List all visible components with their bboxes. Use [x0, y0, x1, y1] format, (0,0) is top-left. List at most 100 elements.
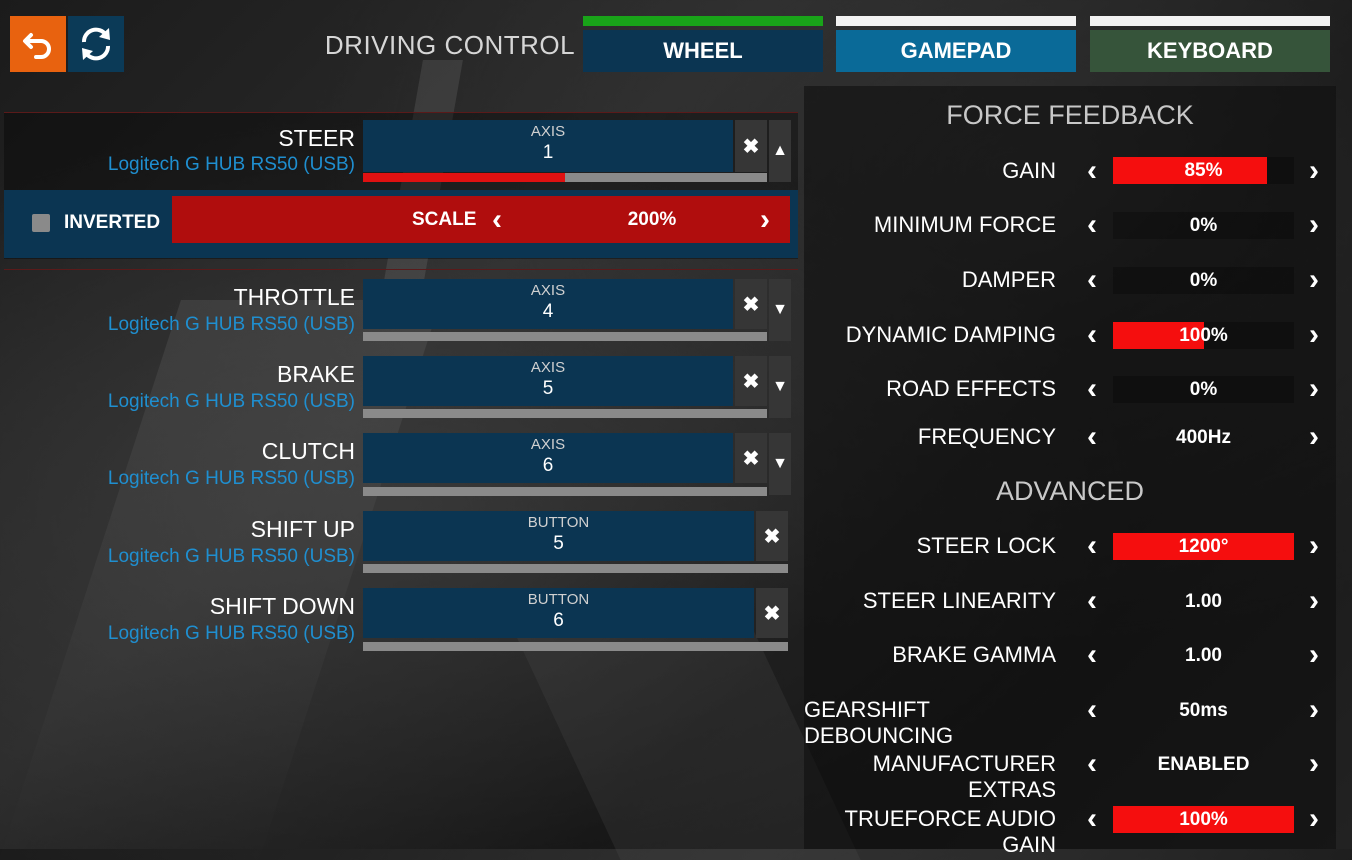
brake-gamma-prev-button[interactable]: ‹ — [1080, 640, 1104, 670]
expand-button-brake[interactable]: ▼ — [769, 356, 791, 418]
binding-button-clutch[interactable]: AXIS 6 — [363, 433, 733, 483]
setting-label-road-effects: ROAD EFFECTS — [886, 376, 1056, 401]
expand-button-clutch[interactable]: ▼ — [769, 433, 791, 495]
collapse-button-steer[interactable]: ▲ — [769, 120, 791, 182]
control-name-throttle: THROTTLE — [233, 284, 355, 310]
binding-type: BUTTON — [527, 591, 590, 608]
close-icon: ✖ — [742, 135, 760, 158]
gain-prev-button[interactable]: ‹ — [1080, 156, 1104, 186]
setting-label-gain: GAIN — [1002, 158, 1056, 183]
inverted-checkbox[interactable] — [32, 214, 50, 232]
binding-value: 1 — [542, 142, 554, 163]
clear-binding-button-shift-up[interactable]: ✖ — [756, 511, 788, 561]
gain-slider[interactable]: 85% — [1113, 157, 1294, 184]
steer-lock-prev-button[interactable]: ‹ — [1080, 531, 1104, 561]
slider-value: 1200° — [1178, 536, 1229, 557]
binding-type: AXIS — [530, 359, 566, 376]
gain-next-button[interactable]: › — [1302, 156, 1326, 186]
dynamic-damping-next-button[interactable]: › — [1302, 320, 1326, 350]
binding-value: 6 — [542, 455, 554, 476]
setting-label-steer-linearity: STEER LINEARITY — [862, 588, 1056, 613]
steer-options-row: INVERTED SCALE ‹ 200% › — [4, 190, 798, 258]
scale-prev-button[interactable]: ‹ — [492, 205, 502, 235]
gearshift-debouncing-prev-button[interactable]: ‹ — [1080, 695, 1104, 725]
clear-binding-button-clutch[interactable]: ✖ — [735, 433, 767, 483]
binding-button-steer[interactable]: AXIS 1 — [363, 120, 733, 172]
binding-button-throttle[interactable]: AXIS 4 — [363, 279, 733, 329]
road-effects-next-button[interactable]: › — [1302, 374, 1326, 404]
tab-wheel[interactable]: WHEEL — [583, 16, 823, 72]
input-level-fill — [363, 173, 565, 182]
section-title-advanced: ADVANCED — [995, 476, 1145, 506]
damper-slider[interactable]: 0% — [1113, 267, 1294, 294]
dynamic-damping-prev-button[interactable]: ‹ — [1080, 320, 1104, 350]
tab-indicator — [836, 16, 1076, 26]
tab-gamepad[interactable]: GAMEPAD — [836, 16, 1076, 72]
binding-type: AXIS — [530, 282, 566, 299]
binding-value: 6 — [553, 610, 564, 631]
dynamic-damping-slider[interactable]: 100% — [1113, 322, 1294, 349]
road-effects-prev-button[interactable]: ‹ — [1080, 374, 1104, 404]
gearshift-debouncing-next-button[interactable]: › — [1302, 695, 1326, 725]
input-level-bar-throttle — [363, 332, 767, 341]
road-effects-slider[interactable]: 0% — [1113, 376, 1294, 403]
minimum-force-slider[interactable]: 0% — [1113, 212, 1294, 239]
control-device-brake: Logitech G HUB RS50 (USB) — [107, 391, 355, 412]
control-device-shift-up: Logitech G HUB RS50 (USB) — [107, 546, 355, 567]
tab-indicator — [583, 16, 823, 26]
expand-button-throttle[interactable]: ▼ — [769, 279, 791, 341]
minimum-force-next-button[interactable]: › — [1302, 210, 1326, 240]
setting-label-gearshift-debouncing: GEARSHIFT DEBOUNCING — [804, 697, 954, 748]
triangle-up-icon: ▲ — [772, 142, 788, 159]
trueforce-audio-gain-slider[interactable]: 100% — [1113, 806, 1294, 833]
damper-next-button[interactable]: › — [1302, 265, 1326, 295]
gearshift-debouncing-selector[interactable]: 50ms — [1113, 697, 1294, 724]
binding-button-shift-up[interactable]: BUTTON 5 — [363, 511, 754, 561]
clear-binding-button-steer[interactable]: ✖ — [735, 120, 767, 172]
binding-value: 5 — [553, 533, 564, 554]
triangle-down-icon: ▼ — [772, 455, 788, 472]
binding-button-shift-down[interactable]: BUTTON 6 — [363, 588, 754, 638]
clear-binding-button-shift-down[interactable]: ✖ — [756, 588, 788, 638]
tab-keyboard[interactable]: KEYBOARD — [1090, 16, 1330, 72]
control-device-steer: Logitech G HUB RS50 (USB) — [107, 154, 355, 175]
frequency-next-button[interactable]: › — [1302, 422, 1326, 452]
trueforce-audio-gain-next-button[interactable]: › — [1302, 804, 1326, 834]
minimum-force-prev-button[interactable]: ‹ — [1080, 210, 1104, 240]
slider-value: 85% — [1184, 160, 1223, 181]
slider-value: 100% — [1179, 809, 1228, 830]
brake-gamma-selector[interactable]: 1.00 — [1113, 642, 1294, 669]
steer-lock-slider[interactable]: 1200° — [1113, 533, 1294, 560]
control-name-shift-up: SHIFT UP — [250, 516, 355, 542]
setting-label-damper: DAMPER — [961, 267, 1056, 292]
clear-binding-button-brake[interactable]: ✖ — [735, 356, 767, 406]
slider-value: 0% — [1189, 215, 1218, 236]
steer-lock-next-button[interactable]: › — [1302, 531, 1326, 561]
scale-next-button[interactable]: › — [760, 205, 770, 235]
refresh-button[interactable] — [68, 16, 124, 72]
scale-selector: SCALE ‹ 200% › — [172, 196, 790, 243]
binding-button-brake[interactable]: AXIS 5 — [363, 356, 733, 406]
undo-button[interactable] — [10, 16, 66, 72]
frequency-selector[interactable]: 400Hz — [1113, 424, 1294, 451]
input-level-bar-shift-down — [363, 642, 788, 651]
input-level-bar-shift-up — [363, 564, 788, 573]
steer-linearity-selector[interactable]: 1.00 — [1113, 588, 1294, 615]
setting-label-frequency: FREQUENCY — [917, 424, 1056, 449]
selector-value: 1.00 — [1185, 591, 1222, 612]
damper-prev-button[interactable]: ‹ — [1080, 265, 1104, 295]
frequency-prev-button[interactable]: ‹ — [1080, 422, 1104, 452]
trueforce-audio-gain-prev-button[interactable]: ‹ — [1080, 804, 1104, 834]
manufacturer-extras-prev-button[interactable]: ‹ — [1080, 749, 1104, 779]
steer-linearity-prev-button[interactable]: ‹ — [1080, 586, 1104, 616]
control-device-throttle: Logitech G HUB RS50 (USB) — [107, 314, 355, 335]
binding-value: 4 — [542, 301, 554, 322]
refresh-icon — [81, 27, 111, 61]
manufacturer-extras-next-button[interactable]: › — [1302, 749, 1326, 779]
clear-binding-button-throttle[interactable]: ✖ — [735, 279, 767, 329]
triangle-down-icon: ▼ — [772, 301, 788, 318]
control-name-brake: BRAKE — [277, 361, 355, 387]
manufacturer-extras-selector[interactable]: ENABLED — [1113, 751, 1294, 778]
steer-linearity-next-button[interactable]: › — [1302, 586, 1326, 616]
brake-gamma-next-button[interactable]: › — [1302, 640, 1326, 670]
